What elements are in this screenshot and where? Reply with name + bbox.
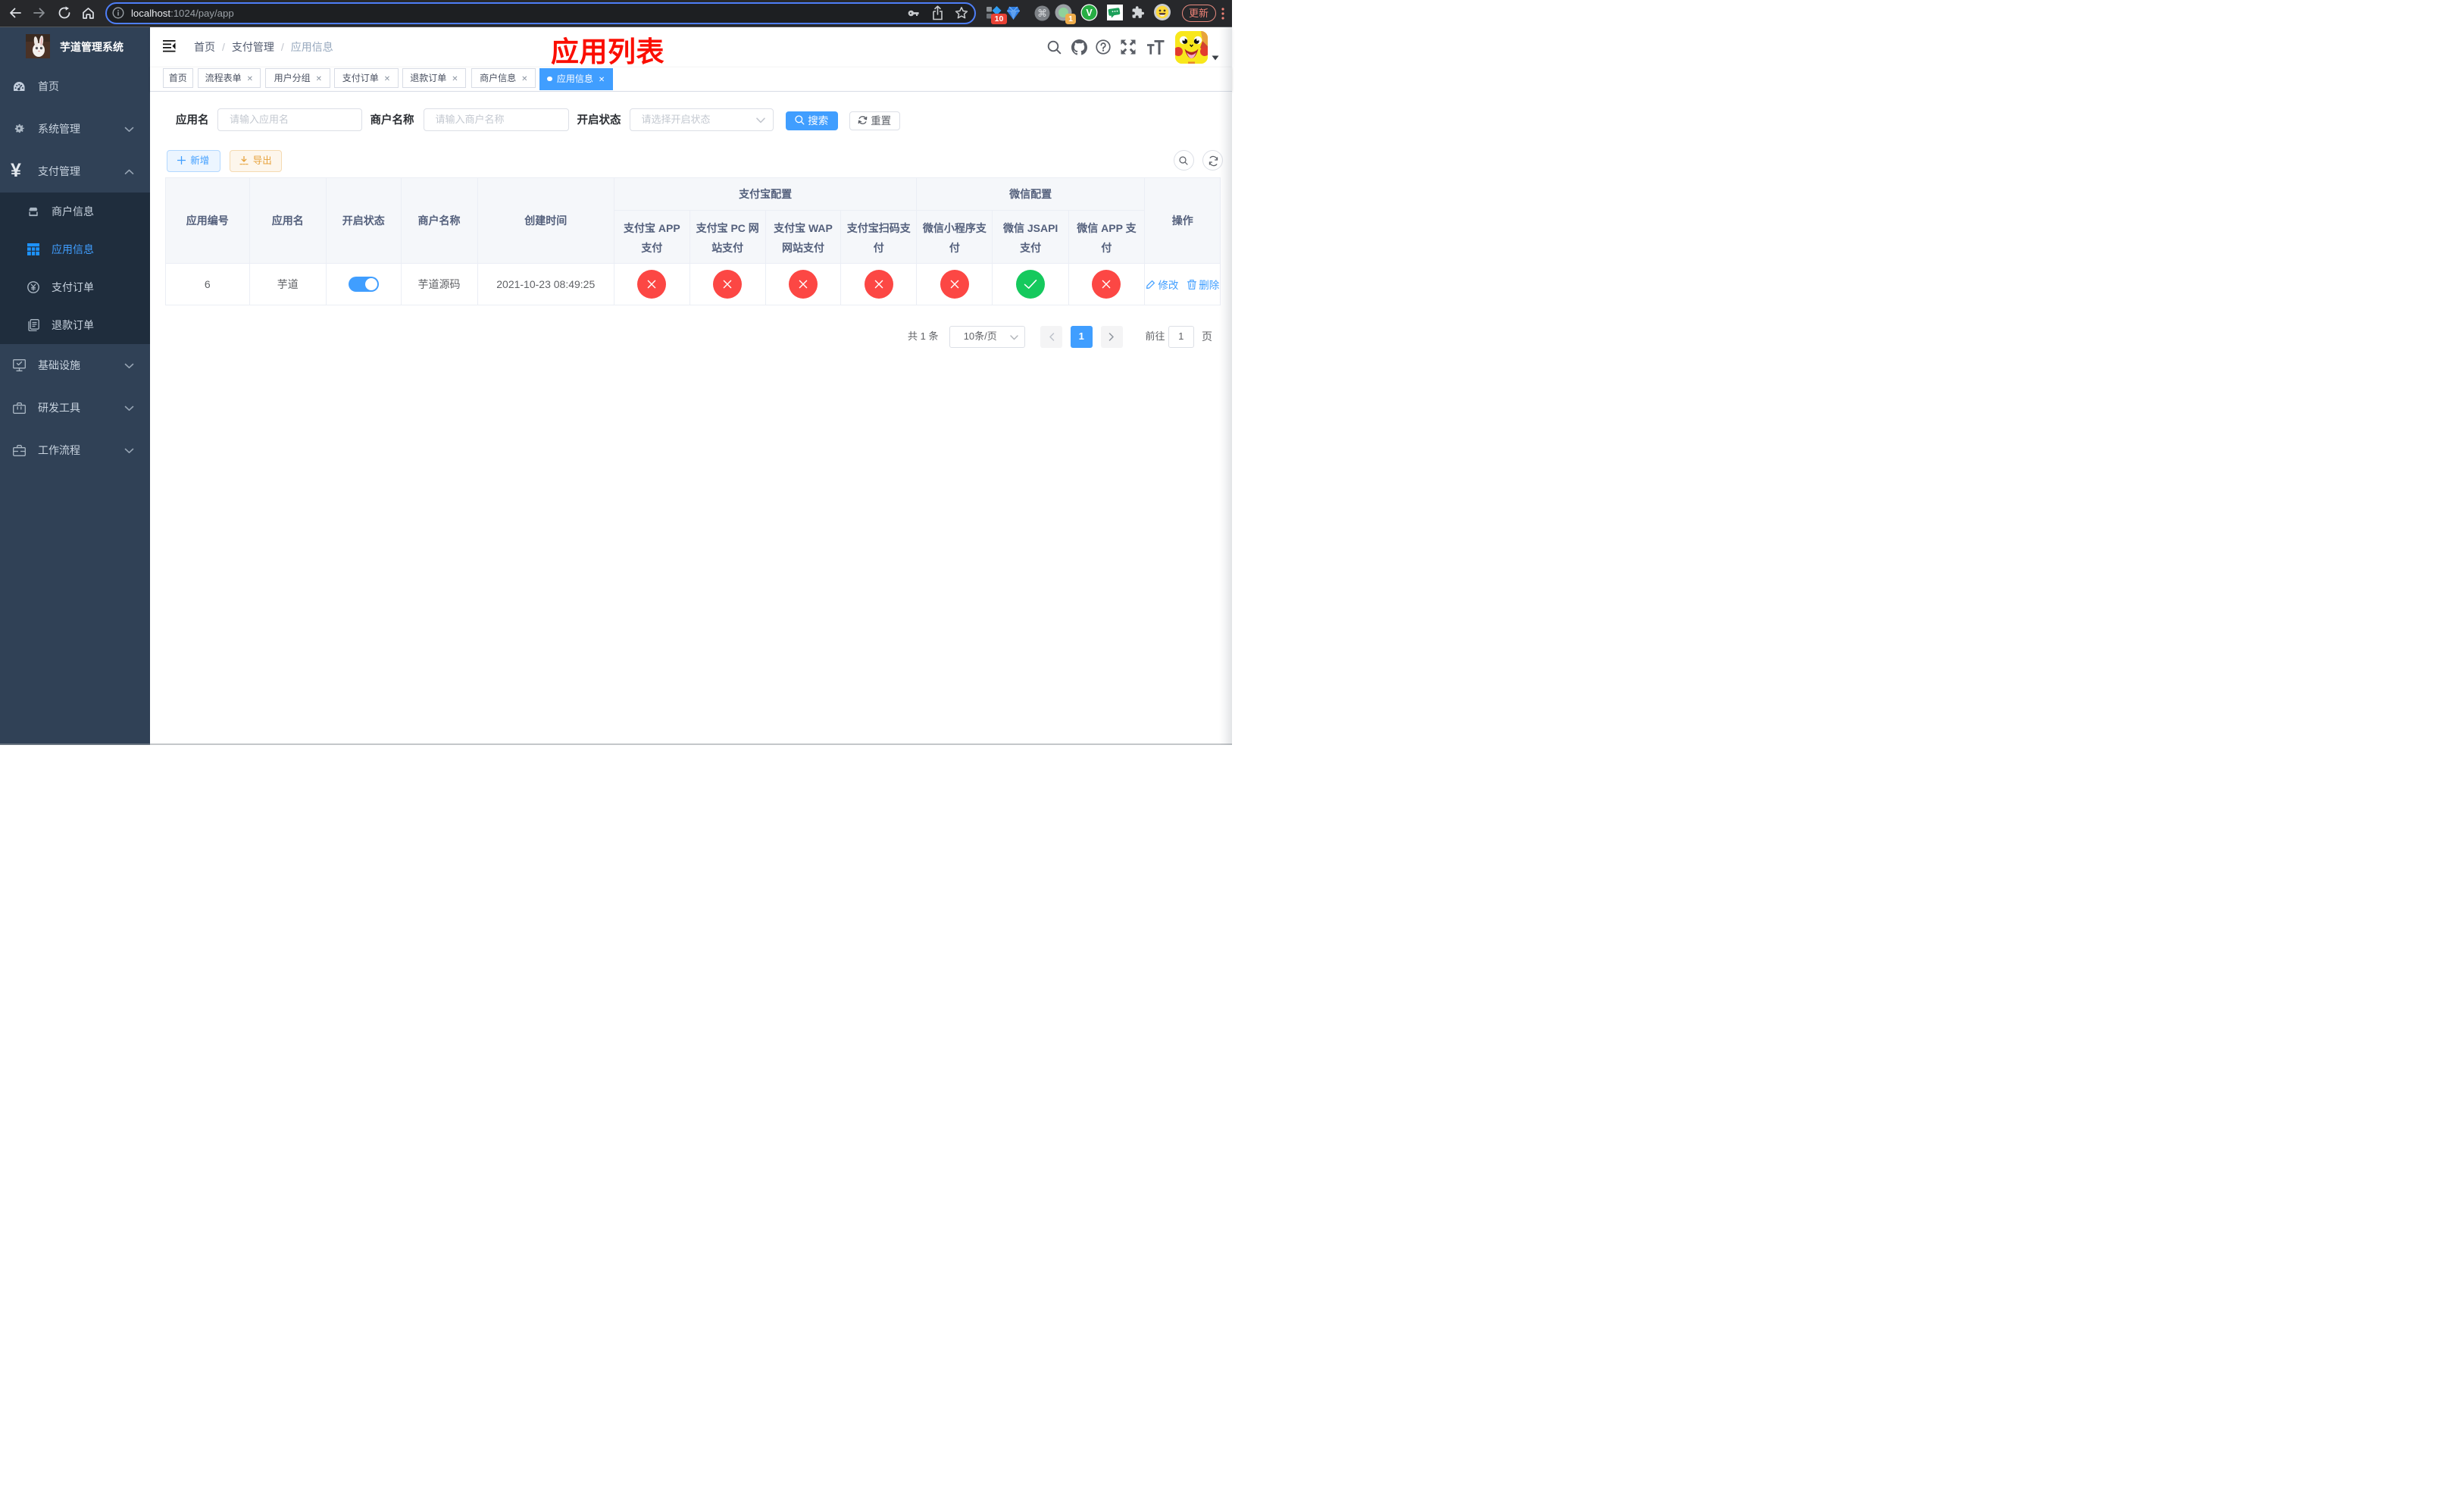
svg-text:V: V	[1086, 8, 1093, 18]
svg-text:⌘: ⌘	[1037, 8, 1047, 19]
